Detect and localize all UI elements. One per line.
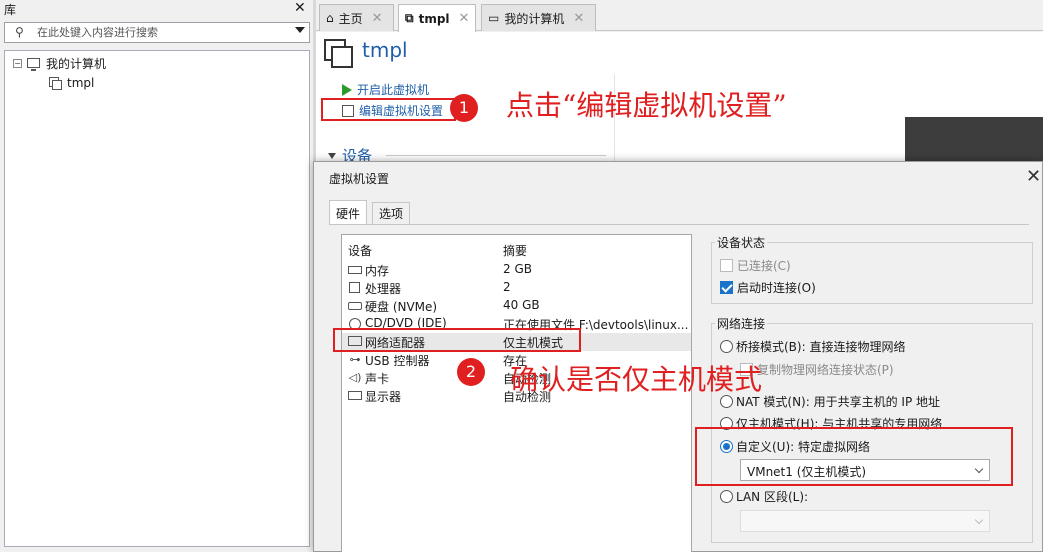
dialog-title: 虚拟机设置 xyxy=(329,172,390,186)
sound-icon: ◁) xyxy=(348,371,362,384)
vm-icon: ⧉ xyxy=(405,11,414,25)
group-title: 网络连接 xyxy=(715,315,768,332)
tab-home[interactable]: ⌂ 主页 ✕ xyxy=(319,4,394,31)
highlight-box xyxy=(695,427,1013,486)
hardware-summary: 2 xyxy=(503,280,511,294)
radio-label: 桥接模式(B): 直接连接物理网络 xyxy=(736,340,906,354)
memory-icon xyxy=(348,266,362,274)
tab-label: 我的计算机 xyxy=(504,11,565,26)
tab-my-computer[interactable]: ▭ 我的计算机 ✕ xyxy=(481,4,596,31)
library-panel: 库 ✕ ⚲ − 我的计算机 tmpl xyxy=(0,0,313,552)
tab-label: tmpl xyxy=(418,11,450,26)
hardware-row-disk[interactable]: 硬盘 (NVMe) 40 GB xyxy=(342,297,691,315)
close-icon[interactable]: ✕ xyxy=(1026,166,1041,187)
disk-icon xyxy=(348,302,362,310)
usb-icon: ⊶ xyxy=(349,353,361,366)
radio-circle xyxy=(720,490,733,503)
tree-item-label: tmpl xyxy=(67,76,95,90)
column-header-summary: 摘要 xyxy=(503,244,528,258)
lan-segment-radio[interactable]: LAN 区段(L): xyxy=(720,488,808,505)
tree-item-label: 我的计算机 xyxy=(46,56,107,71)
library-search[interactable]: ⚲ xyxy=(4,22,310,43)
tree-item-vm[interactable]: tmpl xyxy=(49,74,94,92)
play-icon xyxy=(342,83,352,96)
checkbox-box xyxy=(720,281,733,294)
bridged-radio[interactable]: 桥接模式(B): 直接连接物理网络 xyxy=(720,338,905,355)
device-status-group: 设备状态 已连接(C) 启动时连接(O) xyxy=(711,234,1033,304)
hardware-name: 内存 xyxy=(365,264,390,278)
hardware-row-memory[interactable]: 内存 2 GB xyxy=(342,261,691,279)
connect-at-power-on-checkbox[interactable]: 启动时连接(O) xyxy=(720,279,816,296)
close-icon[interactable]: ✕ xyxy=(372,11,383,26)
tab-bar: ⌂ 主页 ✕ ⧉ tmpl ✕ ▭ 我的计算机 ✕ xyxy=(316,0,1043,32)
replicate-state-checkbox[interactable]: 复制物理网络连接状态(P) xyxy=(740,361,894,378)
power-on-label: 开启此虚拟机 xyxy=(357,83,430,97)
computer-icon: ▭ xyxy=(488,11,500,25)
library-title: 库 xyxy=(4,3,17,17)
divider xyxy=(386,155,606,156)
home-icon: ⌂ xyxy=(326,11,334,25)
radio-label: NAT 模式(N): 用于共享主机的 IP 地址 xyxy=(736,395,941,409)
checkbox-label: 复制物理网络连接状态(P) xyxy=(757,363,894,377)
hardware-name: 显示器 xyxy=(365,390,402,404)
power-on-button[interactable]: 开启此虚拟机 xyxy=(342,81,429,98)
hardware-summary: 40 GB xyxy=(503,298,540,312)
annotation-text: 点击“编辑虚拟机设置” xyxy=(506,89,787,122)
hardware-name: 声卡 xyxy=(365,372,390,386)
hardware-row-cpu[interactable]: 处理器 2 xyxy=(342,279,691,297)
library-tree: − 我的计算机 tmpl xyxy=(4,50,310,547)
radio-circle xyxy=(720,340,733,353)
checkbox-label: 启动时连接(O) xyxy=(737,281,816,295)
checkbox-box xyxy=(720,259,733,272)
page-title: tmpl xyxy=(362,38,408,62)
hardware-summary: 2 GB xyxy=(503,262,532,276)
close-icon[interactable]: ✕ xyxy=(459,11,470,26)
step-badge: 1 xyxy=(450,94,478,122)
checkbox-label: 已连接(C) xyxy=(737,259,791,273)
highlight-box xyxy=(333,328,581,352)
connected-checkbox[interactable]: 已连接(C) xyxy=(720,257,791,274)
radio-label: LAN 区段(L): xyxy=(736,490,809,504)
vm-icon xyxy=(49,77,62,90)
tab-hardware[interactable]: 硬件 xyxy=(329,200,368,225)
tab-vm[interactable]: ⧉ tmpl ✕ xyxy=(398,4,476,32)
tab-label: 主页 xyxy=(338,11,363,26)
cpu-icon xyxy=(349,282,360,293)
annotation-text: 确认是否仅主机模式 xyxy=(510,363,763,396)
hardware-name: 硬盘 (NVMe) xyxy=(365,300,438,314)
hardware-name: USB 控制器 xyxy=(365,354,430,368)
close-icon[interactable]: ✕ xyxy=(294,0,306,16)
vm-preview[interactable] xyxy=(905,117,1043,165)
vm-icon xyxy=(324,39,353,68)
step-badge: 2 xyxy=(457,358,485,386)
highlight-box xyxy=(321,98,456,121)
display-icon xyxy=(348,391,362,400)
group-title: 设备状态 xyxy=(715,234,768,251)
tree-item-my-computer[interactable]: − 我的计算机 xyxy=(13,54,106,72)
close-icon[interactable]: ✕ xyxy=(573,11,584,26)
computer-icon xyxy=(27,58,40,71)
chevron-down-icon[interactable] xyxy=(295,27,305,33)
vm-settings-dialog: 虚拟机设置 ✕ 硬件 选项 设备 摘要 内存 2 GB 处理器 2 硬盘 (NV… xyxy=(313,161,1043,552)
divider xyxy=(329,224,1029,225)
lan-segment-select[interactable] xyxy=(740,510,990,532)
collapse-icon xyxy=(328,152,336,159)
tab-options[interactable]: 选项 xyxy=(372,202,411,224)
chevron-down-icon xyxy=(974,515,984,525)
collapse-icon[interactable]: − xyxy=(13,58,22,68)
column-header-device: 设备 xyxy=(348,244,373,258)
search-icon: ⚲ xyxy=(15,25,24,39)
hardware-name: 处理器 xyxy=(365,282,402,296)
search-input[interactable] xyxy=(37,25,287,40)
library-header: 库 ✕ xyxy=(0,0,313,18)
